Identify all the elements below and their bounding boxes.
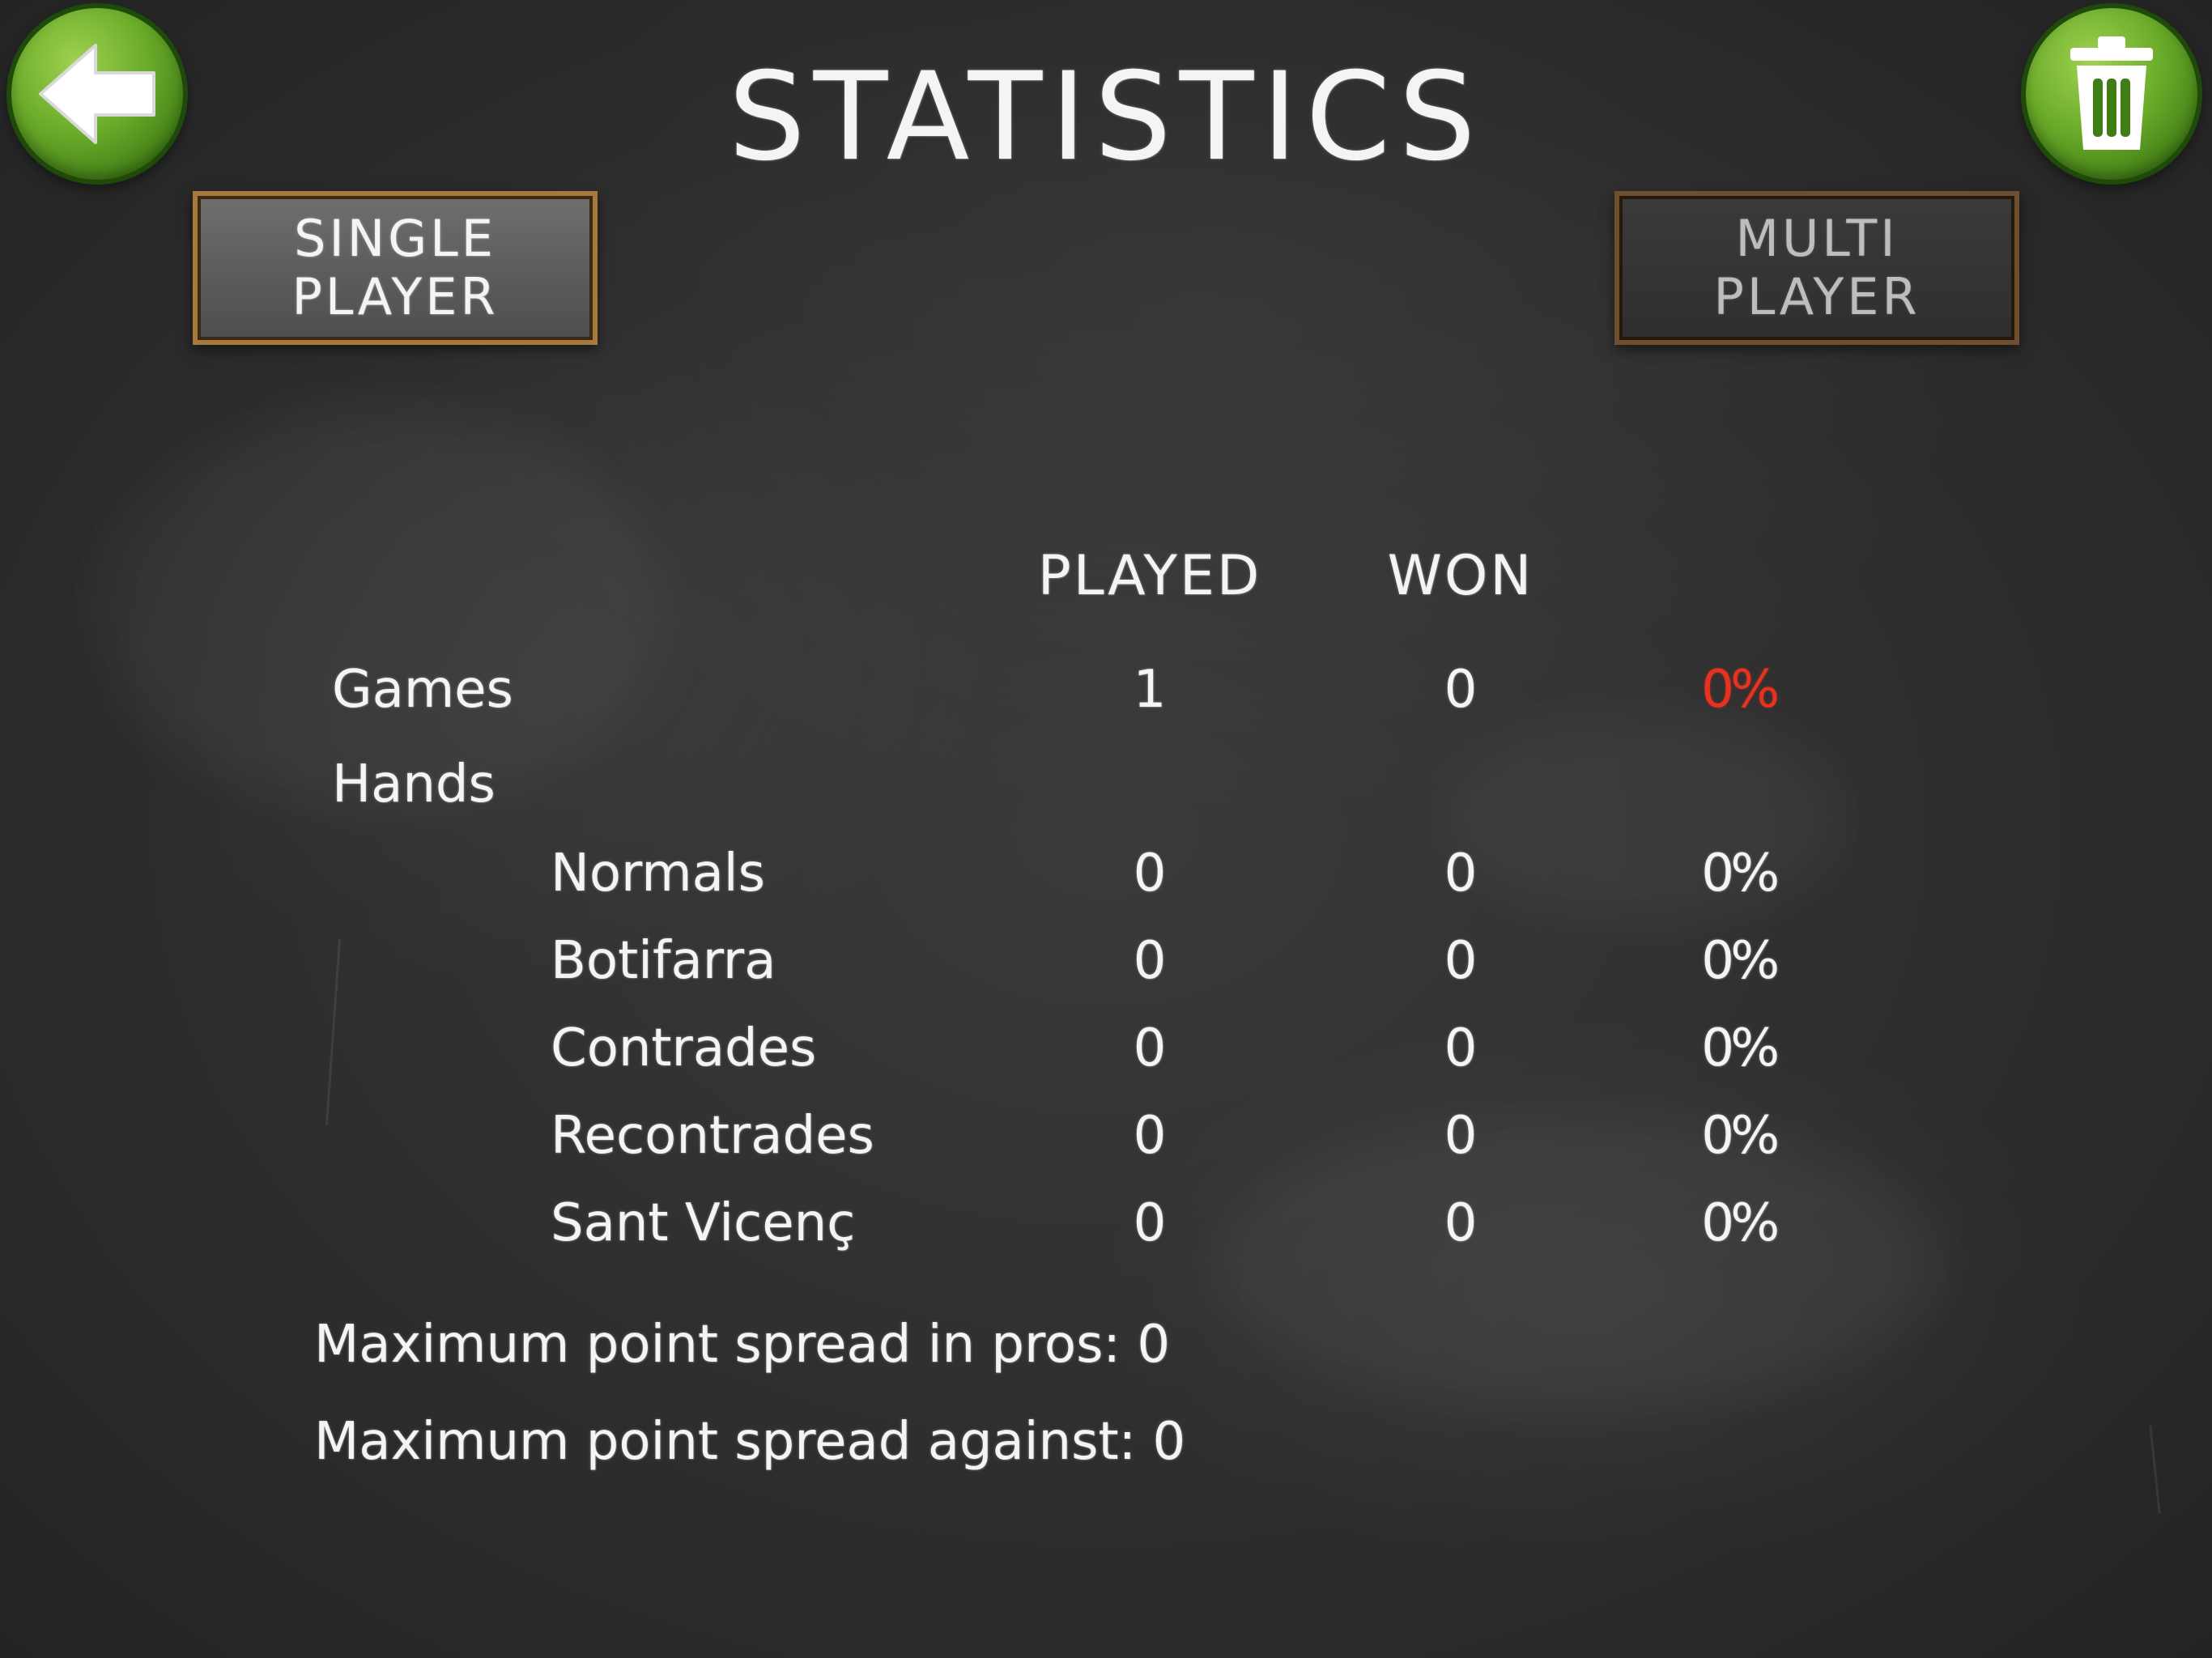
row-label: Games — [332, 660, 513, 720]
spread-value: 0 — [1137, 1315, 1171, 1375]
played-value: 0 — [1133, 931, 1167, 991]
row-label: Botifarra — [551, 931, 776, 991]
max-spread-pros: Maximum point spread in pros: 0 — [314, 1315, 1170, 1375]
stats-row-hand: Normals 0 0 0 % — [0, 844, 2212, 916]
percent-value: 0 — [1701, 844, 1734, 903]
row-label: Contrades — [551, 1018, 817, 1078]
column-header-played: PLAYED — [1037, 544, 1262, 608]
percent-sign: % — [1730, 660, 1780, 720]
played-value: 0 — [1133, 1018, 1167, 1078]
percent-sign: % — [1730, 1106, 1780, 1166]
stats-row-hand: Botifarra 0 0 0 % — [0, 931, 2212, 1004]
reset-stats-button[interactable] — [2026, 8, 2197, 180]
stats-row-games: Games 1 0 0 % — [0, 660, 2212, 733]
percent-sign: % — [1730, 1018, 1780, 1078]
max-spread-against: Maximum point spread against: 0 — [314, 1412, 1185, 1472]
played-value: 0 — [1133, 844, 1167, 903]
percent-sign: % — [1730, 931, 1780, 991]
percent-value: 0 — [1701, 1106, 1734, 1166]
won-value: 0 — [1444, 1193, 1478, 1253]
stats-row-hand: Recontrades 0 0 0 % — [0, 1106, 2212, 1179]
won-value: 0 — [1444, 844, 1478, 903]
column-header-won: WON — [1387, 544, 1534, 608]
spread-label: Maximum point spread against: — [314, 1412, 1137, 1472]
percent-value: 0 — [1701, 931, 1734, 991]
chalk-streak — [2149, 1425, 2161, 1514]
trash-icon — [2070, 36, 2153, 150]
page-title: STATISTICS — [728, 47, 1484, 188]
played-value: 0 — [1133, 1193, 1167, 1253]
percent-value: 0 — [1701, 1018, 1734, 1078]
stats-row-hand: Contrades 0 0 0 % — [0, 1018, 2212, 1091]
won-value: 0 — [1444, 660, 1478, 720]
won-value: 0 — [1444, 1018, 1478, 1078]
percent-sign: % — [1730, 1193, 1780, 1253]
spread-label: Maximum point spread in pros: — [314, 1315, 1121, 1375]
stats-section-hands: Hands — [0, 755, 2212, 827]
percent-value: 0 — [1701, 660, 1734, 720]
percent-value: 0 — [1701, 1193, 1734, 1253]
row-label: Normals — [551, 844, 765, 903]
percent-sign: % — [1730, 844, 1780, 903]
spread-value: 0 — [1152, 1412, 1186, 1472]
played-value: 1 — [1133, 660, 1167, 720]
tab-label: MULTI PLAYER — [1713, 209, 1921, 326]
chalk-smudge — [97, 405, 664, 810]
tab-multi-player[interactable]: MULTI PLAYER — [1614, 191, 2019, 345]
won-value: 0 — [1444, 1106, 1478, 1166]
won-value: 0 — [1444, 931, 1478, 991]
row-label: Recontrades — [551, 1106, 874, 1166]
row-label: Sant Vicenç — [551, 1193, 856, 1253]
stats-row-hand: Sant Vicenç 0 0 0 % — [0, 1193, 2212, 1266]
section-label: Hands — [332, 755, 496, 814]
played-value: 0 — [1133, 1106, 1167, 1166]
tab-label: SINGLE PLAYER — [291, 209, 499, 326]
tab-single-player[interactable]: SINGLE PLAYER — [193, 191, 598, 345]
